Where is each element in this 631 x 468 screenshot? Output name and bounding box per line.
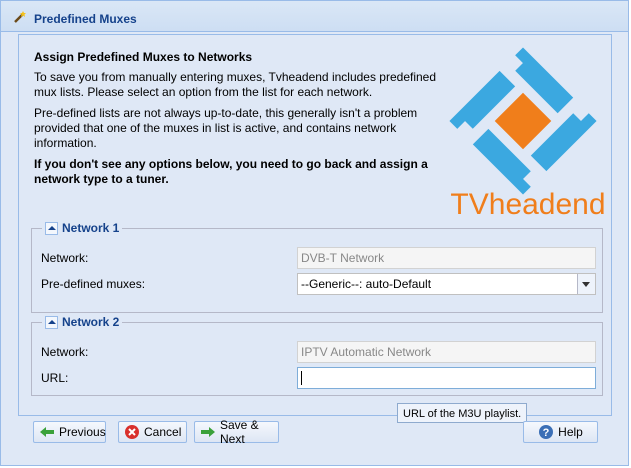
predefined-muxes-select[interactable]: --Generic--: auto-Default (297, 273, 596, 295)
network-2-url-label: URL: (41, 371, 69, 385)
wizard-body: Assign Predefined Muxes to Networks To s… (18, 34, 612, 416)
network-1-legend-label: Network 1 (62, 221, 120, 235)
help-button-label: Help (558, 425, 583, 439)
network-2-network-field: IPTV Automatic Network (297, 341, 596, 363)
arrow-right-icon (200, 424, 216, 440)
wizard-window: Predefined Muxes Assign Predefined Muxes… (0, 0, 629, 466)
save-next-button[interactable]: Save & Next (194, 418, 279, 446)
intro-heading: Assign Predefined Muxes to Networks (34, 50, 253, 64)
collapse-icon[interactable] (45, 221, 58, 235)
text-caret (301, 371, 302, 385)
intro-paragraph-3: If you don't see any options below, you … (34, 157, 428, 186)
arrow-left-icon (39, 424, 55, 440)
network-1-fieldset: Network 1 Network: DVB-T Network Pre-def… (31, 221, 603, 313)
intro-paragraph-2: Pre-defined lists are not always up-to-d… (34, 106, 418, 150)
network-2-network-label: Network: (41, 345, 89, 359)
cancel-button[interactable]: Cancel (118, 421, 187, 443)
previous-button[interactable]: Previous (33, 421, 106, 443)
help-icon: ? (538, 424, 554, 440)
save-next-button-label: Save & Next (220, 418, 259, 446)
logo-wordmark: TVheadend (450, 188, 605, 219)
network-1-muxes-label: Pre-defined muxes: (41, 277, 146, 291)
url-tooltip: URL of the M3U playlist. (397, 403, 527, 423)
svg-text:?: ? (543, 427, 550, 439)
network-1-legend[interactable]: Network 1 (42, 221, 123, 235)
dropdown-arrow-icon[interactable] (577, 274, 595, 294)
collapse-icon[interactable] (45, 315, 58, 329)
previous-button-label: Previous (59, 425, 106, 439)
cancel-icon (124, 424, 140, 440)
network-1-network-label: Network: (41, 251, 89, 265)
intro-paragraph-1: To save you from manually entering muxes… (34, 70, 437, 99)
tvheadend-logo: TVheadend (447, 39, 609, 221)
intro-text: Assign Predefined Muxes to Networks To s… (34, 50, 454, 193)
wand-icon (13, 10, 27, 24)
url-input[interactable] (297, 367, 596, 389)
title-bar: Predefined Muxes (1, 1, 628, 32)
window-title: Predefined Muxes (34, 12, 137, 26)
help-button[interactable]: ? Help (523, 421, 598, 443)
predefined-muxes-value: --Generic--: auto-Default (301, 277, 432, 291)
network-1-network-field: DVB-T Network (297, 247, 596, 269)
network-2-fieldset: Network 2 Network: IPTV Automatic Networ… (31, 315, 603, 396)
network-2-legend[interactable]: Network 2 (42, 315, 123, 329)
cancel-button-label: Cancel (144, 425, 182, 439)
network-2-legend-label: Network 2 (62, 315, 120, 329)
